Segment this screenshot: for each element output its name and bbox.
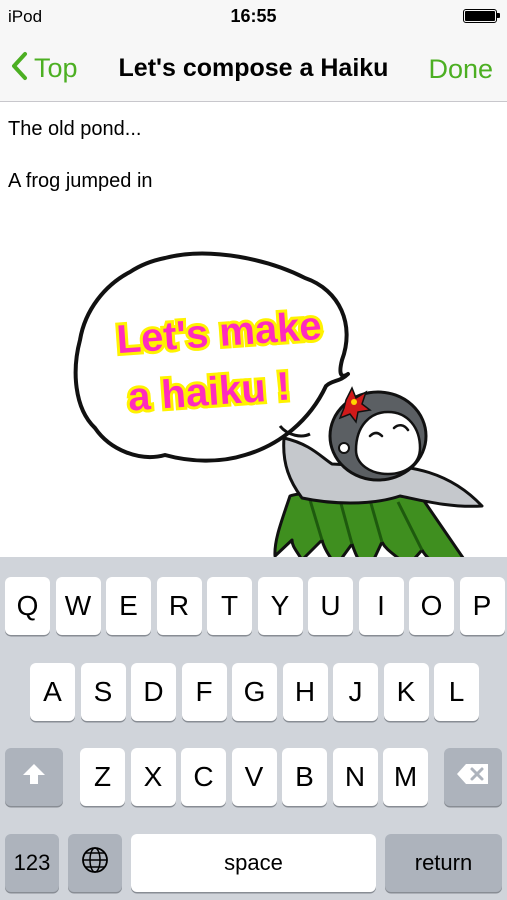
key-c[interactable]: C: [181, 748, 226, 806]
key-k[interactable]: K: [383, 663, 429, 721]
key-o[interactable]: O: [409, 577, 454, 635]
globe-icon: [80, 845, 110, 882]
status-bar: iPod 16:55: [0, 0, 507, 34]
status-time: 16:55: [230, 6, 277, 26]
haiku-line-1: The old pond...: [8, 118, 142, 140]
key-m[interactable]: M: [383, 748, 428, 806]
haiku-line-2: A frog jumped in: [8, 170, 153, 192]
key-s[interactable]: S: [80, 663, 126, 721]
key-v[interactable]: V: [231, 748, 277, 806]
key-l[interactable]: L: [434, 663, 479, 721]
numbers-key[interactable]: 123: [5, 834, 59, 892]
key-d[interactable]: D: [131, 663, 176, 721]
key-y[interactable]: Y: [257, 577, 303, 635]
key-b[interactable]: B: [282, 748, 327, 806]
key-i[interactable]: I: [358, 577, 404, 635]
return-key[interactable]: return: [385, 834, 502, 892]
key-f[interactable]: F: [181, 663, 227, 721]
delete-icon: [456, 761, 490, 793]
key-x[interactable]: X: [130, 748, 176, 806]
key-g[interactable]: G: [232, 663, 277, 721]
key-z[interactable]: Z: [80, 748, 125, 806]
back-button[interactable]: Top: [10, 48, 78, 88]
key-q[interactable]: Q: [5, 577, 50, 635]
key-n[interactable]: N: [332, 748, 378, 806]
navigation-bar: Top Let's compose a Haiku Done: [0, 34, 507, 102]
globe-key[interactable]: [68, 834, 122, 892]
shift-arrow-icon: [21, 761, 47, 793]
key-e[interactable]: E: [106, 577, 151, 635]
chevron-left-icon: [10, 51, 28, 86]
key-p[interactable]: P: [459, 577, 505, 635]
done-button[interactable]: Done: [428, 54, 493, 85]
space-key[interactable]: space: [131, 834, 376, 892]
key-w[interactable]: W: [55, 577, 101, 635]
delete-key[interactable]: [444, 748, 502, 806]
mascot-illustration: Let's make a haiku !: [73, 251, 484, 595]
key-u[interactable]: U: [308, 577, 353, 635]
battery-level: [465, 11, 495, 21]
key-a[interactable]: A: [30, 663, 75, 721]
back-button-label: Top: [34, 52, 78, 83]
keyboard: QWERTYUIOP ASDFGHJKL ZXCVBNM 123 space r…: [0, 557, 507, 900]
key-j[interactable]: J: [333, 663, 378, 721]
speech-bubble: Let's make a haiku !: [73, 251, 350, 463]
shift-key[interactable]: [5, 748, 63, 806]
battery-icon: [463, 9, 500, 23]
key-r[interactable]: R: [156, 577, 202, 635]
key-h[interactable]: H: [282, 663, 328, 721]
key-t[interactable]: T: [207, 577, 252, 635]
